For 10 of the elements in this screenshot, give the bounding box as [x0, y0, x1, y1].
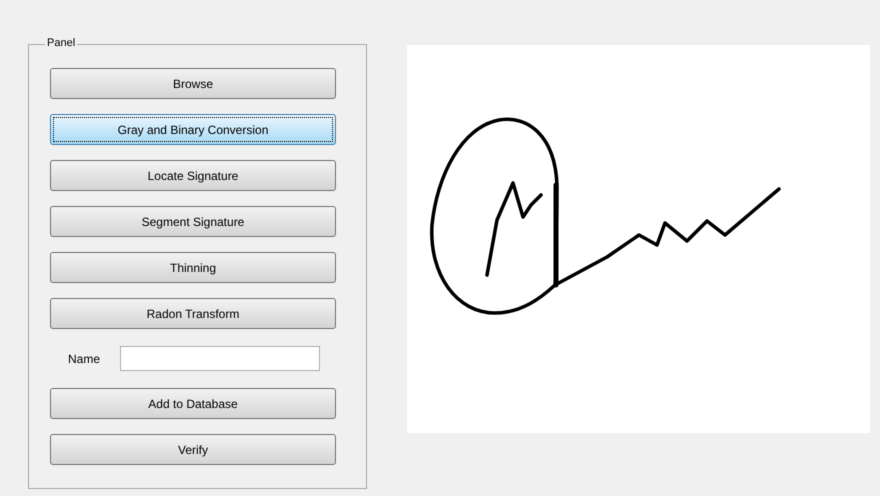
push-button[interactable]: Add to Database	[50, 388, 336, 419]
push-button[interactable]: Radon Transform	[50, 298, 336, 329]
push-button[interactable]: Browse	[50, 68, 336, 99]
push-button[interactable]: Segment Signature	[50, 206, 336, 237]
input-field[interactable]	[120, 346, 320, 371]
push-button[interactable]: Gray and Binary Conversion	[50, 114, 336, 145]
push-button[interactable]: Locate Signature	[50, 160, 336, 191]
push-button[interactable]: Thinning	[50, 252, 336, 283]
push-button[interactable]: Verify	[50, 434, 336, 465]
field-label: Name	[68, 350, 100, 368]
